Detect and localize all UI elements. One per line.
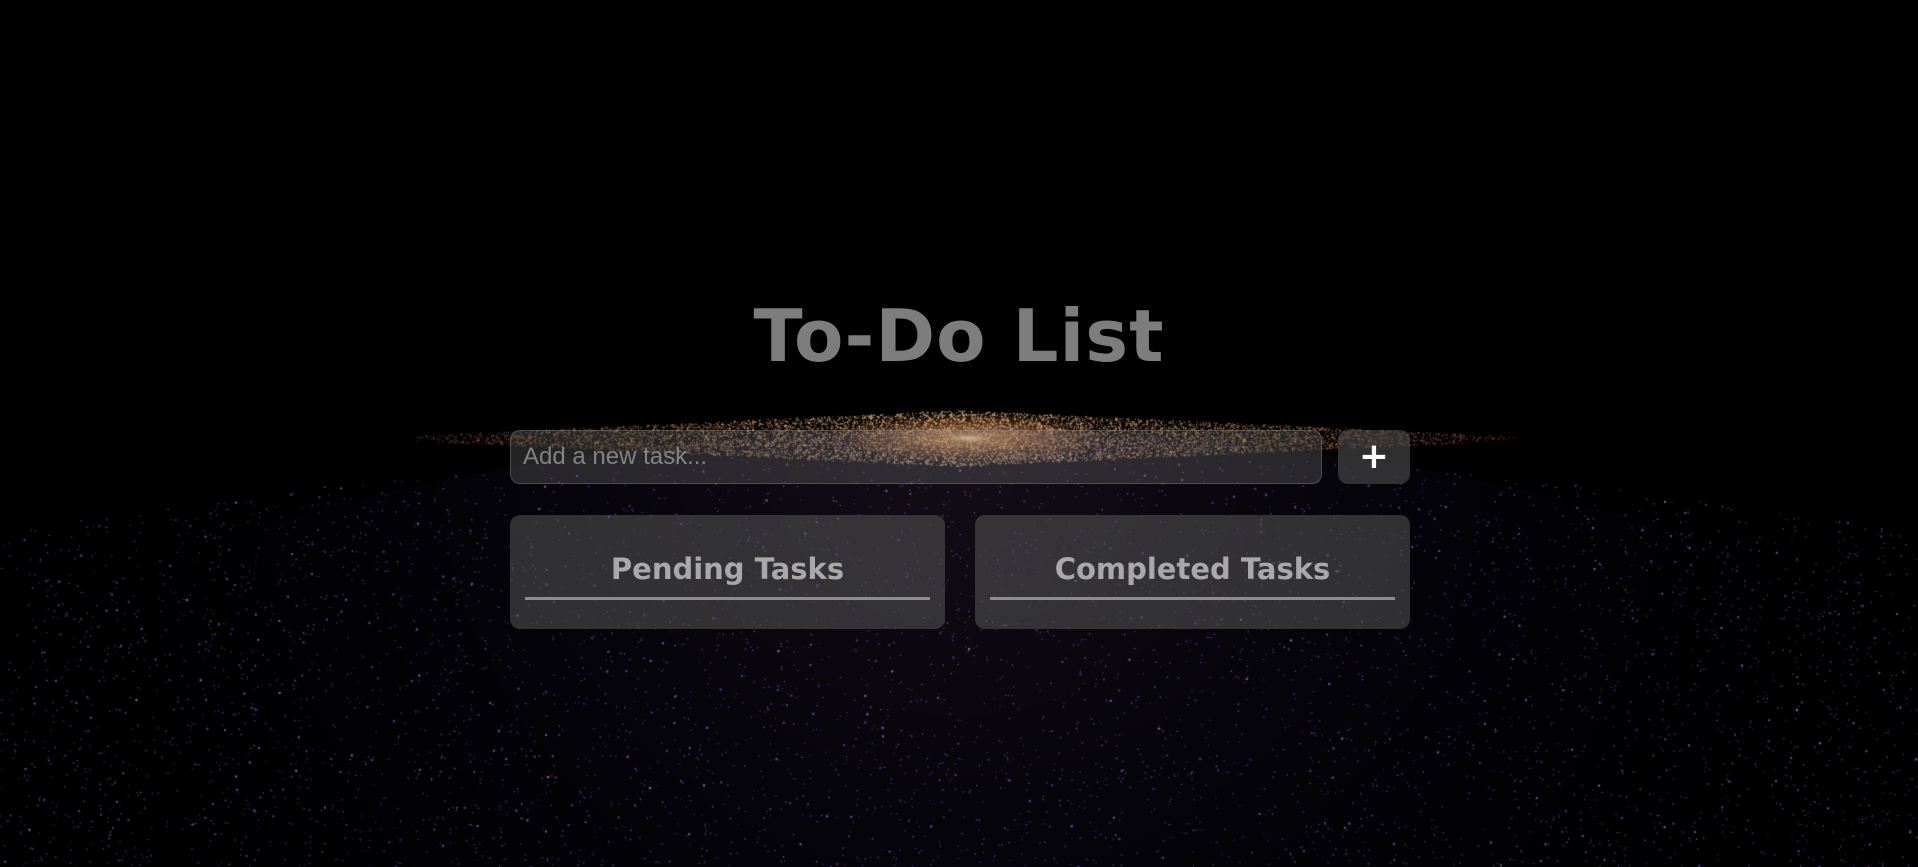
new-task-input[interactable] [510, 430, 1322, 484]
completed-tasks-heading: Completed Tasks [1054, 552, 1331, 586]
pending-tasks-divider [525, 597, 930, 600]
completed-tasks-panel: Completed Tasks [975, 515, 1410, 629]
plus-icon: + [1358, 436, 1390, 477]
app-background: To-Do List + Pending Tasks Completed Tas… [0, 0, 1918, 867]
add-task-button[interactable]: + [1338, 430, 1410, 484]
completed-tasks-divider [990, 597, 1395, 600]
page-title: To-Do List [753, 294, 1165, 378]
pending-tasks-panel: Pending Tasks [510, 515, 945, 629]
pending-tasks-heading: Pending Tasks [610, 552, 845, 586]
